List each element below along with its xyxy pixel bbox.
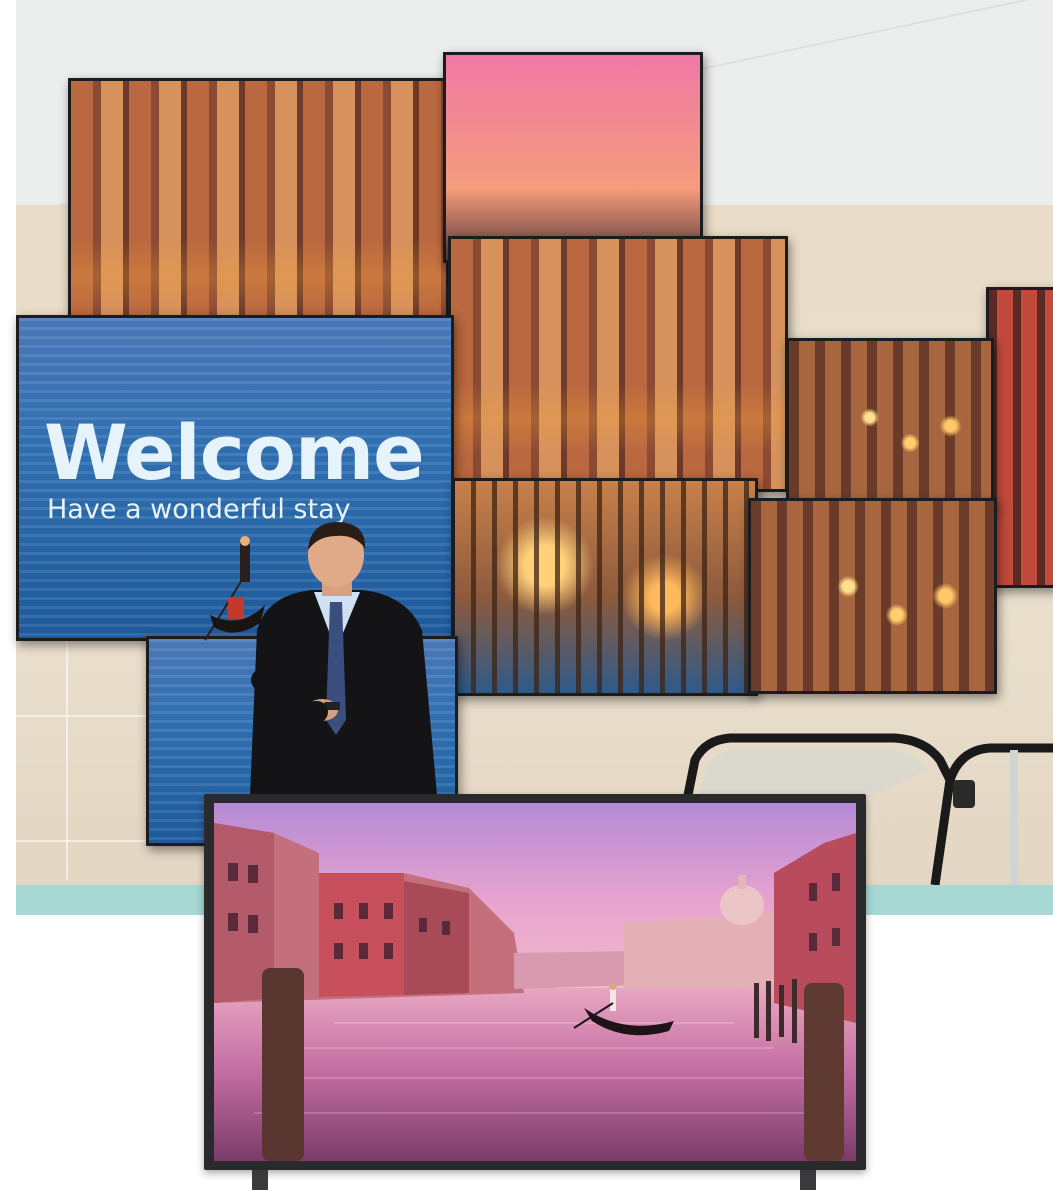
front-tv-display	[204, 794, 866, 1170]
video-wall-panel-bottom-center	[452, 478, 758, 696]
venice-grand-canal-scene	[214, 803, 856, 1161]
businessman-with-phone	[250, 522, 437, 795]
video-wall-panel-bottom-right	[748, 498, 997, 694]
tv-screen	[214, 803, 856, 1161]
video-wall-panel-right-mid	[786, 338, 994, 514]
tv-stand-leg-left	[252, 1170, 268, 1190]
wall-seam	[16, 840, 146, 842]
tv-stand-leg-right	[800, 1170, 816, 1190]
video-wall-panel-top-center	[443, 52, 703, 263]
welcome-title: Welcome	[44, 408, 425, 497]
wall-seam	[66, 640, 68, 880]
video-wall-panel-center	[448, 236, 788, 492]
